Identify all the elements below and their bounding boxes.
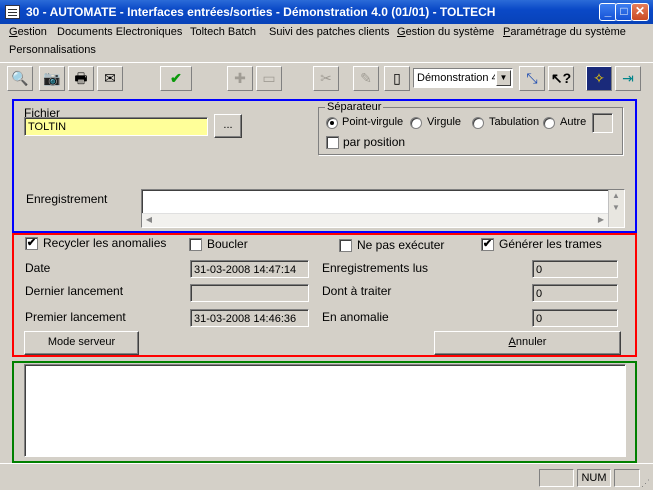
en-anomalie-field: 0 [532,309,618,327]
log-textarea[interactable] [24,364,626,457]
menu-gestion[interactable]: Gestion [9,26,47,38]
enregistrement-label: Enregistrement [26,192,108,206]
plus-icon: ✚ [234,70,246,86]
enregistrements-lus-label: Enregistrements lus [322,261,429,275]
chevron-down-icon[interactable]: ▼ [496,70,511,86]
help-pointer-icon: ↖? [550,70,572,86]
exit-door-icon: ⇥ [622,70,634,86]
checkbox-generer-trames[interactable]: ✔ [481,238,494,251]
title-bar: 30 - AUTOMATE - Interfaces entrées/sorti… [0,0,653,24]
scroll-right-icon[interactable]: ▶ [594,214,608,226]
scroll-left-icon[interactable]: ◀ [142,214,156,226]
preview-button[interactable]: 🔍 [7,66,33,91]
radio-tabulation[interactable] [472,117,484,129]
mode-serveur-button[interactable]: Mode serveur [24,331,139,355]
add-button[interactable]: ✚ [227,66,253,91]
status-pane-1 [539,469,574,487]
scan-button[interactable]: 📷 [39,66,65,91]
pencil-icon: ✎ [360,70,372,86]
menu-bar: Gestion Documents Electroniques Toltech … [0,24,653,60]
enregistrements-lus-field: 0 [532,260,618,278]
scroll-down-icon[interactable]: ▼ [609,202,623,214]
checkbox-boucler[interactable] [189,238,202,251]
menu-toltech-batch[interactable]: Toltech Batch [190,26,256,38]
blank-page-icon: ▯ [393,70,401,86]
checkbox-ne-pas-executer[interactable] [339,239,352,252]
fichier-input[interactable]: TOLTIN [24,117,208,136]
new-document-button[interactable]: ▯ [384,66,410,91]
menu-documents-electroniques[interactable]: Documents Electroniques [57,26,182,38]
magnifier-icon: 🔍 [11,70,29,86]
ok-button[interactable]: ✔ [160,66,192,91]
resize-grip-icon[interactable]: ⋰ [641,478,650,489]
annuler-button[interactable]: Annuler [434,331,621,355]
magic-wand-icon: ✧ [593,70,605,86]
dont-a-traiter-label: Dont à traiter [322,284,392,298]
connection-button[interactable]: ⤡ [519,66,545,91]
envelope-icon: ✉ [104,70,116,86]
camera-icon: 📷 [43,70,61,86]
date-field: 31-03-2008 14:47:14 [190,260,309,278]
horizontal-scrollbar[interactable]: ◀ ▶ [142,213,608,227]
radio-virgule[interactable] [410,117,422,129]
menu-suivi-patches[interactable]: Suivi des patches clients [269,26,389,38]
scroll-up-icon[interactable]: ▲ [609,190,623,202]
checkbox-par-position[interactable] [326,136,339,149]
menu-gestion-systeme[interactable]: Gestion du système [397,26,494,38]
company-select[interactable]: Démonstration 4 ▼ [413,68,513,88]
print-button[interactable]: 🖶 [68,66,94,91]
browse-button[interactable]: ... [214,114,242,138]
label-tabulation: Tabulation [489,116,540,128]
status-num: NUM [577,469,611,487]
wizard-button[interactable]: ✧ [586,66,612,91]
label-generer-trames: Générer les trames [499,237,602,251]
radio-autre[interactable] [543,117,555,129]
label-boucler: Boucler [207,237,248,251]
label-recycler: Recycler les anomalies [43,236,167,250]
network-icon: ⤡ [526,70,538,86]
cut-button[interactable]: ✂ [313,66,339,91]
scissors-icon: ✂ [320,70,332,86]
separateur-legend: Séparateur [325,101,384,113]
premier-lancement-field: 31-03-2008 14:46:36 [190,309,309,327]
dont-a-traiter-field: 0 [532,284,618,302]
dernier-lancement-field [190,284,309,302]
exit-button[interactable]: ⇥ [615,66,641,91]
dernier-lancement-label: Dernier lancement [25,284,124,298]
printer-icon: 🖶 [74,70,88,86]
window-title: 30 - AUTOMATE - Interfaces entrées/sorti… [26,5,496,19]
edit-button[interactable]: ✎ [353,66,379,91]
checkmark-ok-icon: ✔ [170,70,182,86]
label-par-position: par position [343,135,406,149]
help-button[interactable]: ↖? [548,66,574,91]
copy-button[interactable]: ▭ [256,66,282,91]
document-icon: ▭ [262,70,276,86]
checkbox-recycler[interactable]: ✔ [25,237,38,250]
vertical-scrollbar[interactable]: ▲ ▼ [608,190,624,227]
autre-separator-input[interactable] [592,113,613,133]
status-pane-3 [614,469,640,487]
label-ne-pas-executer: Ne pas exécuter [357,238,445,252]
menu-personnalisations[interactable]: Personnalisations [9,44,96,56]
app-icon[interactable] [5,5,20,19]
label-point-virgule: Point-virgule [342,116,404,128]
close-button[interactable]: ✕ [631,3,649,21]
mail-button[interactable]: ✉ [97,66,123,91]
label-virgule: Virgule [427,116,462,128]
radio-point-virgule[interactable] [326,117,338,129]
en-anomalie-label: En anomalie [322,310,389,324]
enregistrement-textarea[interactable]: ▲ ▼ ◀ ▶ [141,189,625,228]
date-label: Date [25,261,51,275]
menu-parametrage-systeme[interactable]: Paramétrage du système [503,26,626,38]
premier-lancement-label: Premier lancement [25,310,126,324]
label-autre: Autre [560,116,587,128]
